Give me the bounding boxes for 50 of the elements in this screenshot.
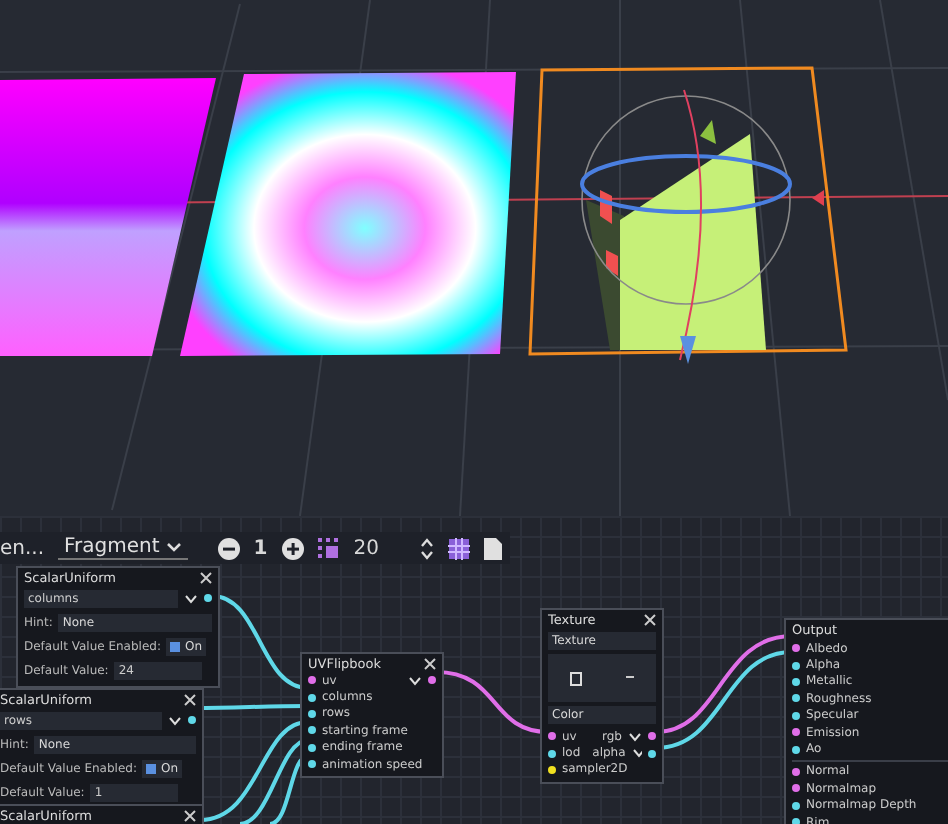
output-port[interactable] <box>648 749 656 758</box>
rotate-gizmo-icon <box>580 89 824 364</box>
input-port[interactable] <box>792 711 800 720</box>
close-icon[interactable] <box>184 694 196 706</box>
input-port[interactable] <box>308 760 316 769</box>
input-port[interactable] <box>308 709 316 718</box>
tab-label[interactable]: en... <box>0 537 45 559</box>
input-port[interactable] <box>792 644 800 653</box>
input-port[interactable] <box>792 801 800 810</box>
input-port[interactable] <box>548 732 556 741</box>
dash-icon <box>626 676 634 680</box>
spinner-icon[interactable] <box>419 537 434 559</box>
close-icon[interactable] <box>200 572 212 584</box>
output-port[interactable] <box>188 716 196 724</box>
zoom-in-icon[interactable] <box>281 537 304 559</box>
caret-icon[interactable] <box>184 593 198 603</box>
output-port[interactable] <box>648 732 656 741</box>
caret-icon[interactable] <box>408 675 422 686</box>
caret-icon[interactable] <box>168 715 182 725</box>
texture-slot[interactable] <box>548 654 656 702</box>
input-port[interactable] <box>308 726 316 735</box>
checkbox[interactable] <box>146 763 157 773</box>
caret-icon <box>165 542 182 552</box>
close-icon[interactable] <box>184 810 196 822</box>
close-icon[interactable] <box>424 658 436 670</box>
zoom-out-icon[interactable] <box>217 537 240 559</box>
input-port[interactable] <box>792 784 800 793</box>
input-port[interactable] <box>308 676 316 685</box>
input-port[interactable] <box>792 728 800 737</box>
input-port[interactable] <box>548 749 556 758</box>
input-port[interactable] <box>792 767 800 776</box>
texture-icon <box>570 671 582 685</box>
shader-mode-dropdown[interactable]: Fragment <box>58 536 188 560</box>
zoom-reset-button[interactable]: 1 <box>253 537 268 559</box>
input-port[interactable] <box>792 818 800 824</box>
grid-icon[interactable] <box>447 537 470 559</box>
input-port[interactable] <box>792 661 800 670</box>
input-port[interactable] <box>792 745 800 754</box>
snap-grid-icon[interactable] <box>317 537 340 559</box>
snap-value-field[interactable]: 20 <box>353 537 406 559</box>
checkbox[interactable] <box>170 641 181 651</box>
output-port[interactable] <box>428 676 436 685</box>
input-port[interactable] <box>308 743 316 752</box>
output-port[interactable] <box>204 594 212 602</box>
document-icon[interactable] <box>483 537 502 559</box>
input-port[interactable] <box>792 694 800 703</box>
close-icon[interactable] <box>644 614 656 626</box>
input-port[interactable] <box>308 693 316 702</box>
input-port[interactable] <box>548 765 556 774</box>
input-port[interactable] <box>792 677 800 686</box>
